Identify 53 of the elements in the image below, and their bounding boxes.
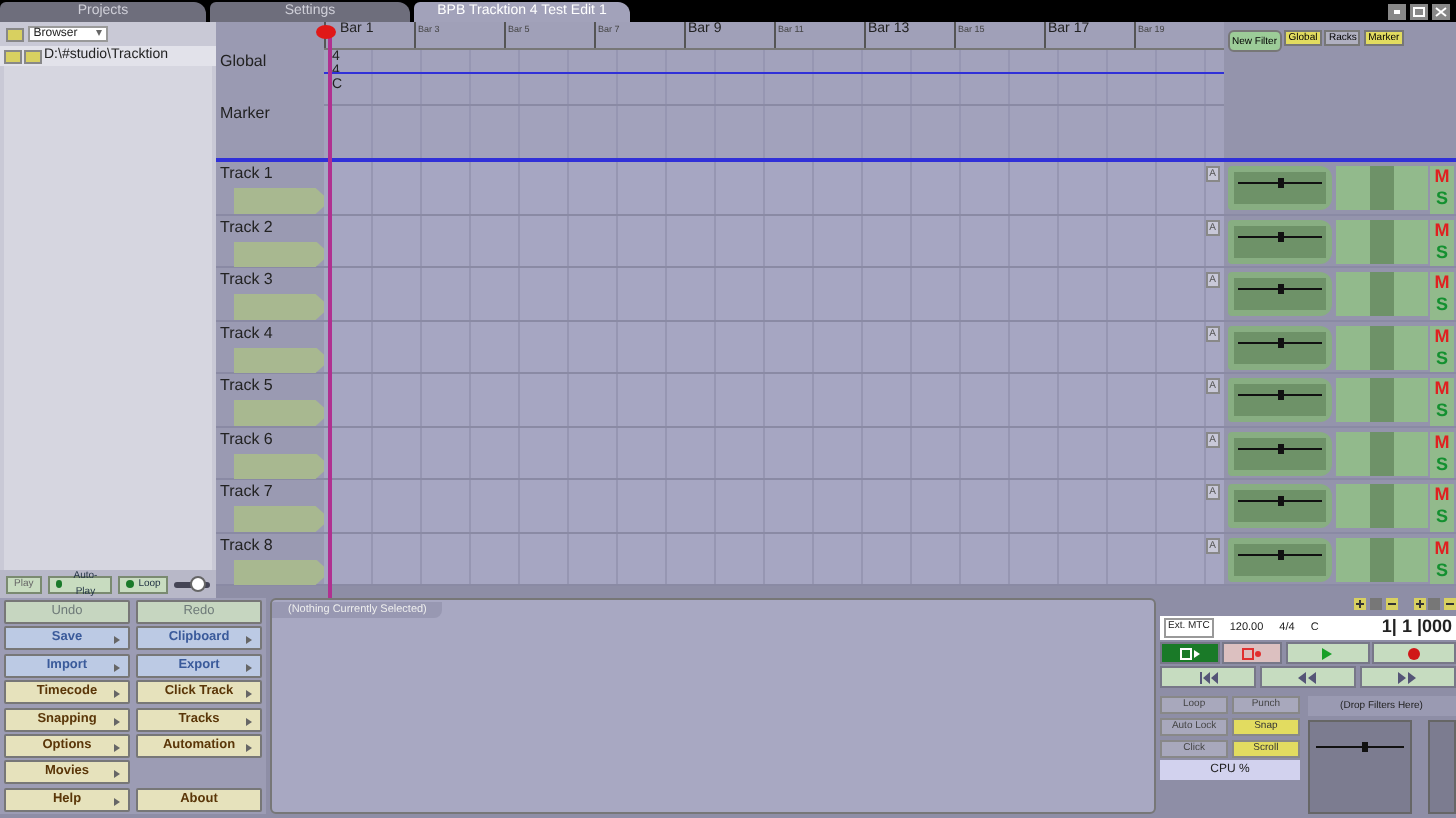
marker-track-label: Marker: [220, 102, 272, 126]
record-arm-icon: [1242, 647, 1263, 659]
volume-plugin[interactable]: [1228, 537, 1332, 581]
playhead-marker-icon[interactable]: [316, 24, 336, 40]
volume-plugin[interactable]: [1228, 484, 1332, 528]
track-name: Track 8: [220, 533, 275, 557]
play-button[interactable]: [1285, 642, 1370, 664]
dropdown-arrow-icon: [95, 28, 102, 38]
track-name: Track 1: [220, 162, 275, 186]
record-button[interactable]: [1372, 642, 1456, 664]
master-fader[interactable]: [1307, 719, 1412, 814]
volume-plugin[interactable]: [1228, 325, 1332, 369]
track-name: Track 2: [220, 215, 275, 239]
track-input-tab[interactable]: [234, 347, 330, 373]
go-to-start-button[interactable]: [1160, 666, 1257, 688]
rewind-icon: [1298, 671, 1317, 683]
fast-forward-button[interactable]: [1359, 666, 1456, 688]
track-name: Track 6: [220, 427, 275, 451]
sync-play-button[interactable]: [1160, 642, 1220, 664]
track-input-tab[interactable]: [234, 506, 330, 532]
track-name: Track 3: [220, 268, 275, 292]
zoom-in-icon[interactable]: [1354, 598, 1367, 610]
track-input-tab[interactable]: [234, 559, 330, 585]
rewind-button[interactable]: [1259, 666, 1357, 688]
track-input-tab[interactable]: [234, 400, 330, 426]
volume-plugin[interactable]: [1228, 219, 1332, 263]
zoom-out-icon[interactable]: [1444, 598, 1456, 610]
volume-plugin[interactable]: [1228, 166, 1332, 210]
position-display: 1| 1 |000: [1381, 614, 1452, 641]
square-play-icon: [1179, 647, 1200, 659]
volume-plugin[interactable]: [1228, 378, 1332, 422]
track-input-tab[interactable]: [234, 188, 330, 214]
volume-slider[interactable]: [174, 581, 210, 587]
global-track-label: Global: [220, 50, 269, 74]
play-icon: [1322, 647, 1333, 659]
track-name: Track 5: [220, 374, 275, 398]
maximize-icon[interactable]: [1410, 3, 1428, 19]
zoom-in-icon[interactable]: [1413, 598, 1425, 610]
track-input-tab[interactable]: [234, 294, 330, 320]
track-name: Track 4: [220, 321, 275, 345]
track-input-tab[interactable]: [234, 241, 330, 267]
volume-plugin[interactable]: [1228, 272, 1332, 316]
close-icon[interactable]: [1432, 3, 1450, 19]
record-icon: [1408, 647, 1421, 659]
zoom-out-icon[interactable]: [1385, 598, 1398, 610]
master-meter: [1428, 719, 1456, 814]
track-input-tab[interactable]: [234, 453, 330, 479]
fast-forward-icon: [1398, 671, 1417, 683]
record-arm-button[interactable]: [1222, 642, 1283, 664]
volume-plugin[interactable]: [1228, 431, 1332, 475]
track-name: Track 7: [220, 480, 275, 504]
minimize-icon[interactable]: [1388, 3, 1406, 19]
go-to-start-icon: [1199, 671, 1218, 683]
